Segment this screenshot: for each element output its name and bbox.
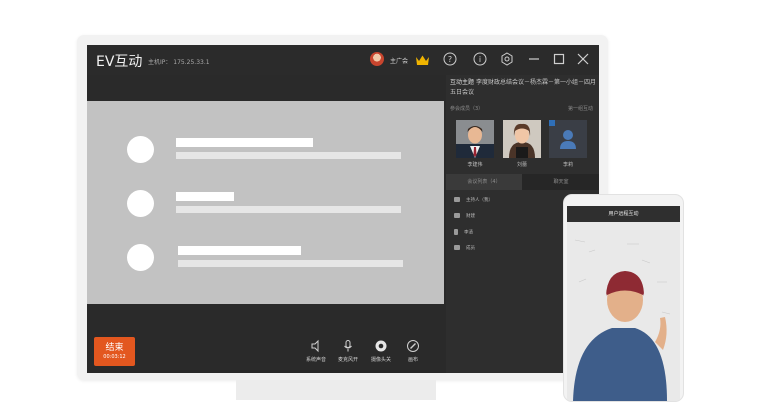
close-icon[interactable]	[575, 51, 591, 67]
placeholder-avatar	[127, 244, 154, 271]
crown-icon	[415, 52, 430, 65]
phone-header: 用户远程互动	[567, 206, 680, 222]
placeholder-avatar	[127, 136, 154, 163]
video-stage[interactable]	[87, 101, 444, 304]
meeting-topic: 互动主题 李度财政总结会议－杨杰霖－第一小组－四月五日会议	[450, 78, 598, 98]
control-label: 摄像头关	[370, 357, 391, 363]
user-name[interactable]: 主广会	[390, 56, 408, 65]
svg-text:?: ?	[448, 55, 452, 64]
tab-meeting-list[interactable]: 会议列表（4）	[446, 174, 522, 190]
microphone-button[interactable]: 麦克风开	[334, 338, 362, 363]
list-item[interactable]: 主持人（我）	[454, 197, 493, 203]
member-video-2[interactable]	[503, 120, 541, 158]
placeholder-line	[178, 246, 301, 255]
canvas-icon	[406, 338, 420, 352]
control-label: 麦克风开	[337, 357, 358, 363]
placeholder-line	[176, 138, 313, 147]
phone-video[interactable]	[567, 222, 680, 401]
list-item-label: 李清	[464, 230, 473, 236]
member-video-1[interactable]	[456, 120, 494, 158]
list-item-label: 财建	[466, 214, 475, 219]
member-video-3[interactable]	[549, 120, 587, 158]
app-title: EV互动	[96, 54, 143, 70]
placeholder-line	[176, 192, 234, 201]
camera-icon	[454, 245, 460, 250]
microphone-icon	[341, 338, 355, 352]
group-interaction-label[interactable]: 第一组互动	[568, 105, 593, 112]
control-label: 系统声音	[305, 357, 326, 363]
control-label: 画布	[407, 357, 418, 363]
placeholder-avatar	[127, 190, 154, 217]
placeholder-line	[176, 152, 401, 159]
session-timer: 00:03:12	[103, 354, 126, 360]
camera-icon	[454, 197, 460, 202]
phone-title: 用户远程互动	[608, 211, 639, 217]
canvas-button[interactable]: 画布	[399, 338, 427, 363]
member-name: 李建伟	[467, 162, 483, 168]
topic-key: 互动主题	[450, 79, 475, 86]
member-name: 李莉	[562, 162, 573, 168]
system-sound-button[interactable]: 系统声音	[302, 338, 330, 363]
placeholder-line	[178, 260, 403, 267]
settings-icon[interactable]	[499, 51, 515, 67]
list-item[interactable]: 成员	[454, 245, 475, 251]
user-avatar[interactable]	[370, 52, 384, 66]
maximize-icon[interactable]	[551, 51, 567, 67]
members-label: 参会成员（3）	[450, 106, 484, 112]
info-icon[interactable]: i	[472, 51, 488, 67]
list-item[interactable]: 财建	[454, 213, 475, 219]
app-window: EV互动 主机IP： 175.25.33.1 主广会 ? i 结束 00:03:…	[87, 45, 599, 373]
help-icon[interactable]: ?	[442, 51, 458, 67]
placeholder-line	[176, 206, 401, 213]
member-name: 刘蕾	[516, 162, 527, 168]
tab-chat-room[interactable]: 聊天室	[523, 174, 599, 190]
minimize-icon[interactable]	[526, 51, 542, 67]
camera-icon	[454, 213, 460, 218]
host-ip-info: 主机IP： 175.25.33.1	[148, 59, 210, 66]
speaker-icon	[309, 338, 323, 353]
svg-text:i: i	[479, 55, 481, 64]
phone-device: 用户远程互动	[563, 194, 684, 402]
camera-button[interactable]: 摄像头关	[367, 338, 395, 363]
end-session-button[interactable]: 结束 00:03:12	[94, 337, 135, 366]
panel-tabs: 会议列表（4） 聊天室	[446, 174, 599, 190]
list-item-label: 主持人（我）	[466, 198, 493, 203]
list-item[interactable]: 李清	[454, 229, 473, 236]
person-image	[567, 222, 680, 401]
list-item-label: 成员	[466, 246, 475, 251]
title-bar: EV互动 主机IP： 175.25.33.1 主广会 ? i	[87, 45, 599, 75]
phone-icon	[454, 229, 458, 235]
monitor-stand	[236, 380, 436, 400]
end-button-label: 结束	[105, 343, 124, 353]
camera-icon	[374, 338, 388, 352]
